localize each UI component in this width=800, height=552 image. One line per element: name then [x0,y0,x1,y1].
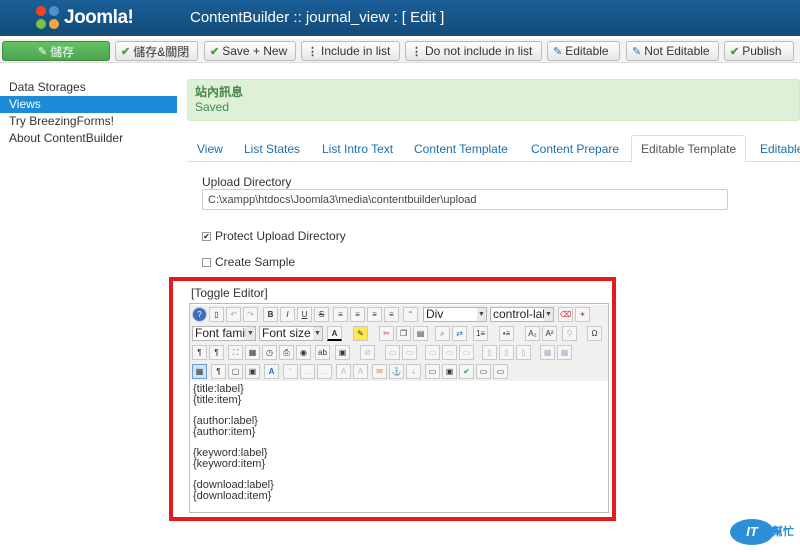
include-in-list-button[interactable]: ⋮ Include in list [301,41,400,61]
list-icon: ⋮ [307,45,318,58]
joomla-logo[interactable]: Joomla! [36,5,134,31]
not-include-in-list-button[interactable]: ⋮ Do not include in list [405,41,542,61]
system-message: 站內訊息 Saved [187,79,800,121]
watermark-bubble: IT [730,519,774,545]
check-icon: ✔ [210,45,220,58]
editable-button[interactable]: ✎ Editable [547,41,620,61]
action-toolbar: ✎ 儲存 ✔ 儲存&關閉 ✔ Save + New ⋮ Include in l… [0,39,800,63]
edit-icon: ✎ [632,45,642,58]
joomla-logo-icon [36,6,60,30]
check-icon: ✔ [730,45,740,58]
ithelp-watermark: IT 幫忙 [730,516,798,548]
view-tabs: View List States List Intro Text Content… [187,135,800,163]
save-new-button[interactable]: ✔ Save + New [204,41,296,61]
create-sample-label: Create Sample [215,255,296,269]
sidebar-nav: Data Storages Views Try BreezingForms! A… [0,79,180,147]
list-icon: ⋮ [411,45,422,58]
save-close-button[interactable]: ✔ 儲存&關閉 [115,41,198,61]
message-heading: 站內訊息 [195,85,244,99]
sidebar-item-views[interactable]: Views [0,96,177,113]
protect-upload-checkbox[interactable]: ✔ [202,231,211,241]
logo-text: Joomla! [64,7,134,28]
tab-view[interactable]: View [197,142,223,156]
sidebar-item-about[interactable]: About ContentBuilder [0,130,180,147]
create-sample-checkbox[interactable] [202,257,211,267]
page-title: ContentBuilder :: journal_view : [ Edit … [190,9,445,26]
not-editable-button[interactable]: ✎ Not Editable [626,41,719,61]
tab-content-prepare[interactable]: Content Prepare [531,142,619,156]
edit-icon: ✎ [553,45,563,58]
tab-list-intro-text[interactable]: List Intro Text [322,142,393,156]
tab-content-template[interactable]: Content Template [414,142,508,156]
create-sample-row[interactable]: Create Sample [202,255,295,269]
tab-editable[interactable]: Editable [760,142,800,156]
check-icon: ✔ [121,45,131,58]
highlight-frame [169,277,616,521]
publish-button[interactable]: ✔ Publish [724,41,794,61]
save-button[interactable]: ✎ 儲存 [2,41,110,61]
upload-directory-input[interactable] [202,189,728,210]
protect-upload-label: Protect Upload Directory [215,229,346,243]
admin-header: Joomla! ContentBuilder :: journal_view :… [0,0,800,36]
tab-list-states[interactable]: List States [244,142,300,156]
tab-editable-template[interactable]: Editable Template [631,135,747,163]
sidebar-item-try-breezingforms[interactable]: Try BreezingForms! [0,113,180,130]
upload-directory-label: Upload Directory [202,175,292,189]
message-body: Saved [195,100,230,114]
edit-icon: ✎ [37,45,48,58]
sidebar-item-data-storages[interactable]: Data Storages [0,79,180,96]
watermark-text: 幫忙 [772,526,794,538]
protect-upload-row[interactable]: ✔ Protect Upload Directory [202,229,346,243]
